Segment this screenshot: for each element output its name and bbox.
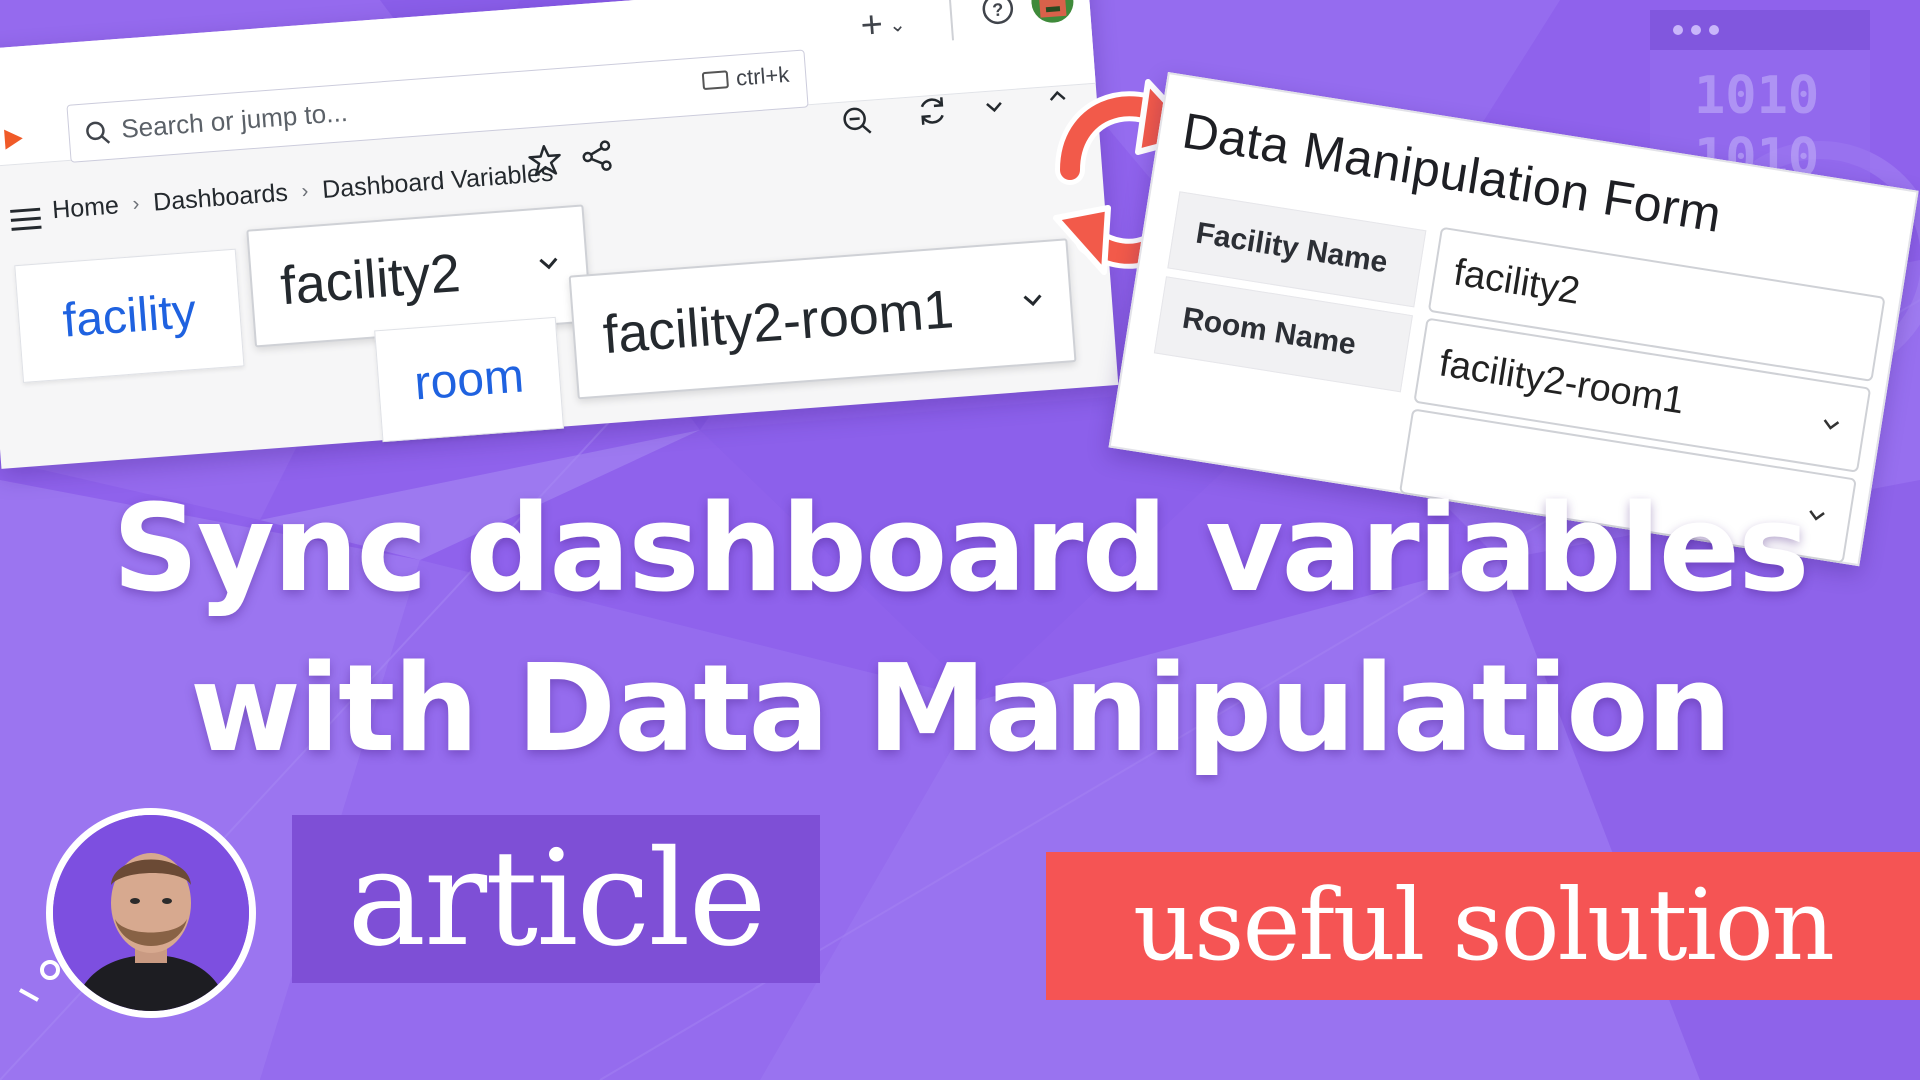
chevron-down-icon xyxy=(1023,294,1042,307)
breadcrumb-separator: › xyxy=(300,180,310,203)
room-name-value: facility2-room1 xyxy=(1436,341,1688,423)
shortcut-label: ctrl+k xyxy=(735,61,791,91)
zoom-out-icon[interactable] xyxy=(839,102,875,138)
menu-icon[interactable] xyxy=(8,205,44,233)
search-shortcut: ctrl+k xyxy=(701,62,790,94)
useful-solution-tag: useful solution xyxy=(1046,852,1920,1000)
breadcrumb-current[interactable]: Dashboard Variables xyxy=(321,159,554,205)
headline: Sync dashboard variables with Data Manip… xyxy=(0,470,1920,790)
variable-label-facility: facility xyxy=(14,248,245,383)
author-avatar xyxy=(46,808,256,1018)
new-button[interactable]: + ⌄ xyxy=(859,2,907,48)
search-placeholder: Search or jump to... xyxy=(120,96,349,144)
breadcrumb-separator: › xyxy=(131,192,141,216)
search-icon xyxy=(86,121,111,144)
svg-text:?: ? xyxy=(992,0,1004,20)
article-tag: article xyxy=(292,815,820,983)
breadcrumb-dashboards[interactable]: Dashboards xyxy=(152,179,289,218)
chevron-down-icon xyxy=(1823,419,1840,430)
refresh-icon[interactable] xyxy=(914,93,950,129)
grafana-logo-icon[interactable] xyxy=(2,124,26,154)
breadcrumb-home[interactable]: Home xyxy=(51,191,120,225)
variable-label-room: room xyxy=(374,316,565,443)
decorative-circle xyxy=(19,960,60,1002)
keyboard-icon xyxy=(701,70,729,91)
headline-line-2: with Data Manipulation xyxy=(189,640,1732,779)
variable-select-room[interactable]: facility2-room1 xyxy=(568,238,1077,400)
headline-line-1: Sync dashboard variables xyxy=(112,480,1809,619)
chevron-down-icon xyxy=(539,257,558,270)
refresh-interval-chevron-icon[interactable] xyxy=(976,88,1012,124)
variable-value-room: facility2-room1 xyxy=(600,279,956,366)
share-icon[interactable] xyxy=(579,138,615,174)
binary-text-1: 1010 xyxy=(1694,66,1820,126)
help-icon[interactable]: ? xyxy=(979,0,1018,28)
variable-value-facility: facility2 xyxy=(278,242,463,317)
chevron-down-icon: ⌄ xyxy=(888,14,907,38)
author-portrait-icon xyxy=(53,815,249,1011)
